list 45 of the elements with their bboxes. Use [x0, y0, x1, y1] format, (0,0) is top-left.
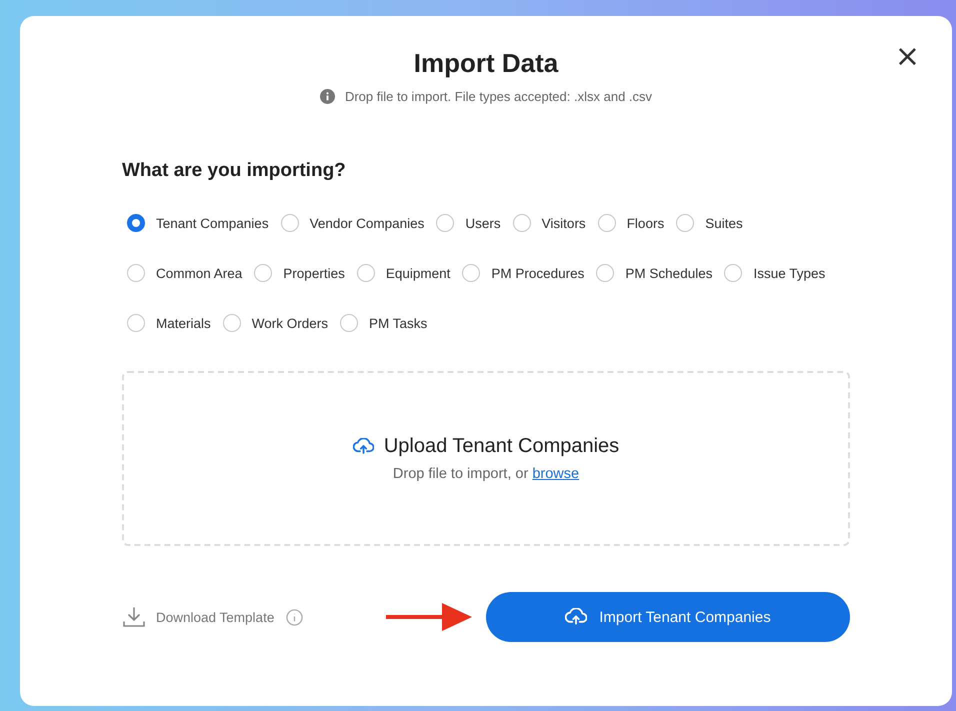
radio-label: Common Area: [156, 266, 242, 280]
dialog-title: Import Data: [412, 48, 560, 79]
radio-label: Floors: [626, 216, 664, 230]
radio-label: Equipment: [386, 266, 450, 280]
cloud-upload-icon: [352, 438, 374, 455]
radio-button[interactable]: [596, 264, 614, 282]
radio-button[interactable]: [127, 264, 145, 282]
radio-button[interactable]: [222, 314, 241, 332]
radio-label: Properties: [283, 266, 345, 280]
radio-button[interactable]: [436, 214, 454, 232]
browse-link[interactable]: browse: [532, 466, 580, 482]
radio-label: Work Orders: [252, 316, 328, 330]
radio-button[interactable]: [598, 214, 616, 232]
radio-label: Tenant Companies: [156, 216, 269, 230]
radio-label: Visitors: [542, 216, 586, 230]
drop-zone-hint: Drop file to import, or browse: [392, 466, 580, 482]
drop-zone[interactable]: Upload Tenant Companies Drop file to import, or browse: [122, 371, 850, 546]
radio-button[interactable]: [356, 264, 375, 282]
radio-button[interactable]: [280, 214, 299, 232]
import-button[interactable]: Import Tenant Companies: [486, 592, 850, 642]
drop-zone-title: Upload Tenant Companies: [384, 435, 620, 458]
radio-button[interactable]: [127, 314, 145, 332]
radio-label: PM Schedules: [625, 266, 712, 280]
cloud-upload-icon: [565, 608, 588, 626]
close-button[interactable]: ×: [890, 42, 924, 72]
radio-button[interactable]: [127, 214, 145, 232]
radio-button[interactable]: [254, 264, 272, 282]
dialog-subtitle: Drop file to import. File types accepted: .xlsx and .csv: [344, 89, 652, 104]
radio-button[interactable]: [340, 314, 358, 332]
radio-button[interactable]: [724, 264, 742, 282]
radio-label: Suites: [705, 216, 743, 230]
radio-label: Materials: [156, 316, 211, 330]
info-icon: [286, 608, 304, 626]
radio-button[interactable]: [676, 214, 694, 232]
download-icon: [122, 606, 146, 628]
section-heading: What are you importing?: [122, 160, 347, 182]
info-icon: [320, 89, 335, 104]
radio-label: Vendor Companies: [310, 216, 424, 230]
radio-label: Issue Types: [753, 266, 826, 280]
download-template-button[interactable]: Download Template: [122, 606, 274, 628]
radio-label: PM Tasks: [369, 316, 428, 330]
radio-button[interactable]: [462, 264, 480, 282]
radio-button[interactable]: [512, 214, 531, 232]
radio-label: PM Procedures: [491, 266, 584, 280]
radio-label: Users: [465, 216, 501, 230]
